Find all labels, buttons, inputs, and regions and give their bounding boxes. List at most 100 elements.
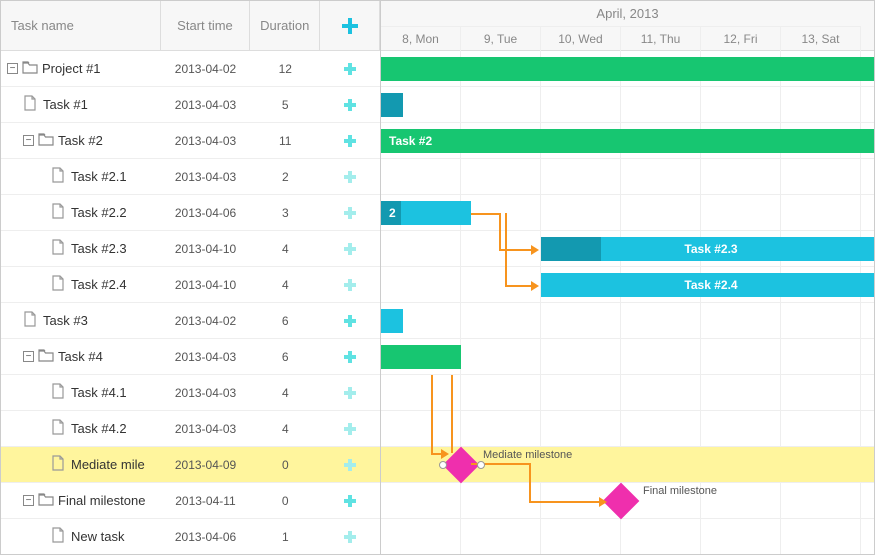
timeline-row[interactable]: Task #2.3 [381,231,874,267]
timeline[interactable]: April, 2013 8, Mon9, Tue10, Wed11, Thu12… [381,1,874,554]
task-duration-cell[interactable]: 4 [250,231,320,267]
add-subtask-button[interactable] [320,51,380,87]
task-start-cell[interactable]: 2013-04-03 [161,339,251,375]
task-duration-cell[interactable]: 12 [250,51,320,87]
task-start-cell[interactable]: 2013-04-03 [161,375,251,411]
task-duration-cell[interactable]: 3 [250,195,320,231]
timeline-row[interactable] [381,303,874,339]
task-name-cell[interactable]: Task #1 [1,87,161,123]
timeline-row[interactable] [381,339,874,375]
task-row[interactable]: Mediate mile2013-04-090 [1,447,380,483]
task-name-cell[interactable]: Task #2.2 [1,195,161,231]
timeline-day[interactable]: 13, Sat [781,26,861,51]
task-duration-cell[interactable]: 0 [250,483,320,519]
timeline-day[interactable]: 12, Fri [701,26,781,51]
add-subtask-button[interactable] [320,231,380,267]
milestone-marker[interactable] [603,483,640,520]
task-name-cell[interactable]: −Final milestone [1,483,161,519]
timeline-day[interactable]: 8, Mon [381,26,461,51]
task-duration-cell[interactable]: 4 [250,411,320,447]
task-start-cell[interactable]: 2013-04-03 [161,87,251,123]
task-start-cell[interactable]: 2013-04-03 [161,411,251,447]
task-row[interactable]: Task #4.22013-04-034 [1,411,380,447]
task-row[interactable]: Task #2.42013-04-104 [1,267,380,303]
task-bar[interactable]: Task #2.4 [541,273,874,297]
task-row[interactable]: Task #32013-04-026 [1,303,380,339]
task-name-cell[interactable]: Mediate mile [1,447,161,483]
task-name-cell[interactable]: Task #2.3 [1,231,161,267]
task-row[interactable]: −Task #42013-04-036 [1,339,380,375]
timeline-row[interactable] [381,411,874,447]
collapse-toggle[interactable]: − [7,63,18,74]
task-start-cell[interactable]: 2013-04-02 [161,51,251,87]
timeline-row[interactable]: 2 [381,195,874,231]
task-bar[interactable]: Task #2.3 [541,237,874,261]
task-row[interactable]: Task #4.12013-04-034 [1,375,380,411]
task-name-cell[interactable]: Task #2.4 [1,267,161,303]
timeline-row[interactable]: Task #2 [381,123,874,159]
add-subtask-button[interactable] [320,87,380,123]
task-bar[interactable] [381,309,403,333]
timeline-day[interactable]: 11, Thu [621,26,701,51]
task-name-cell[interactable]: Task #2.1 [1,159,161,195]
task-duration-cell[interactable]: 5 [250,87,320,123]
timeline-row[interactable] [381,519,874,554]
link-handle[interactable] [477,461,485,469]
task-bar[interactable]: 2 [381,201,471,225]
task-start-cell[interactable]: 2013-04-06 [161,195,251,231]
task-start-cell[interactable]: 2013-04-10 [161,231,251,267]
timeline-day[interactable]: 10, Wed [541,26,621,51]
task-row[interactable]: New task2013-04-061 [1,519,380,555]
task-row[interactable]: Task #12013-04-035 [1,87,380,123]
add-subtask-button[interactable] [320,303,380,339]
task-bar[interactable]: roject #1 [381,57,874,81]
task-duration-cell[interactable]: 6 [250,339,320,375]
link-handle[interactable] [439,461,447,469]
task-bar[interactable] [381,93,403,117]
task-row[interactable]: Task #2.32013-04-104 [1,231,380,267]
task-row[interactable]: −Project #12013-04-0212 [1,51,380,87]
task-bar[interactable] [381,345,461,369]
timeline-row[interactable]: roject #1 [381,51,874,87]
task-start-cell[interactable]: 2013-04-03 [161,123,251,159]
task-row[interactable]: Task #2.12013-04-032 [1,159,380,195]
task-start-cell[interactable]: 2013-04-09 [161,447,251,483]
add-subtask-button[interactable] [320,483,380,519]
col-header-add[interactable] [320,1,380,50]
col-header-taskname[interactable]: Task name [1,1,161,50]
timeline-row[interactable] [381,375,874,411]
task-row[interactable]: −Final milestone2013-04-110 [1,483,380,519]
task-row[interactable]: −Task #22013-04-0311 [1,123,380,159]
add-subtask-button[interactable] [320,519,380,555]
task-duration-cell[interactable]: 1 [250,519,320,555]
timeline-row[interactable]: Task #2.4 [381,267,874,303]
task-duration-cell[interactable]: 4 [250,375,320,411]
task-start-cell[interactable]: 2013-04-02 [161,303,251,339]
task-start-cell[interactable]: 2013-04-10 [161,267,251,303]
collapse-toggle[interactable]: − [23,351,34,362]
task-name-cell[interactable]: Task #3 [1,303,161,339]
add-subtask-button[interactable] [320,411,380,447]
timeline-day[interactable]: 9, Tue [461,26,541,51]
add-subtask-button[interactable] [320,375,380,411]
add-subtask-button[interactable] [320,447,380,483]
col-header-starttime[interactable]: Start time [161,1,251,50]
add-subtask-button[interactable] [320,267,380,303]
task-duration-cell[interactable]: 4 [250,267,320,303]
task-start-cell[interactable]: 2013-04-03 [161,159,251,195]
task-name-cell[interactable]: −Project #1 [1,51,161,87]
collapse-toggle[interactable]: − [23,495,34,506]
task-name-cell[interactable]: Task #4.1 [1,375,161,411]
add-subtask-button[interactable] [320,339,380,375]
timeline-row[interactable]: Final milestone [381,483,874,519]
task-row[interactable]: Task #2.22013-04-063 [1,195,380,231]
timeline-row[interactable] [381,159,874,195]
task-start-cell[interactable]: 2013-04-11 [161,483,251,519]
timeline-row[interactable] [381,87,874,123]
col-header-duration[interactable]: Duration [250,1,320,50]
task-duration-cell[interactable]: 0 [250,447,320,483]
add-subtask-button[interactable] [320,123,380,159]
timeline-row[interactable]: Mediate milestone [381,447,874,483]
task-duration-cell[interactable]: 2 [250,159,320,195]
task-bar[interactable]: Task #2 [381,129,874,153]
